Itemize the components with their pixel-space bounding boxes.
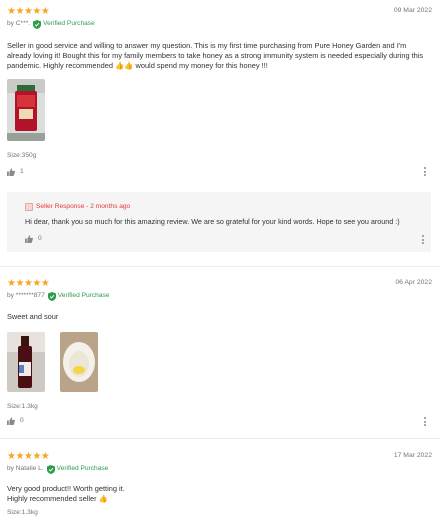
honey-bottle-photo [7,332,45,392]
star-rating: ★ ★ ★ ★ ★ [7,278,50,289]
like-row: 0 [7,417,24,426]
seller-avatar-icon [25,203,33,212]
verified-shield-icon [47,292,56,301]
review-author: by *******877 [7,292,45,300]
honey-cup-photo [60,332,98,392]
verified-label: Verified Purchase [57,292,110,300]
star-icon: ★ [15,6,24,17]
review-date: 09 Mar 2022 [393,7,432,14]
reviews-page: ★ ★ ★ ★ ★ 09 Mar 2022 by C***. Verified … [0,0,440,520]
seller-response-header: Seller Response - 2 months ago [25,203,131,212]
star-icon: ★ [15,278,24,289]
verified-label: Verified Purchase [56,465,109,473]
verified-badge: Verified Purchase [33,20,95,29]
star-icon: ★ [40,278,50,289]
honey-jar-photo [7,79,45,141]
seller-response: Seller Response - 2 months ago Hi dear, … [7,192,431,252]
verified-shield-icon [46,465,55,474]
like-count: 0 [38,235,42,242]
like-count: 0 [20,417,24,424]
thumbs-up-icon[interactable] [7,417,15,426]
review-item: ★ ★ ★ ★ ★ 17 Mar 2022 by Natalie L. Veri… [0,452,440,520]
review-text: Sweet and sour [7,312,59,321]
verified-badge: Verified Purchase [47,292,110,301]
variant-size: Size:1.3kg [7,403,38,410]
star-icon: ★ [40,451,50,462]
review-byline: by *******877 Verified Purchase [7,292,109,301]
star-icon: ★ [15,451,24,462]
star-rating: ★ ★ ★ ★ ★ [7,451,50,462]
review-author: by Natalie L. [7,465,44,473]
verified-label: Verified Purchase [43,20,95,28]
more-vertical-icon[interactable] [423,417,426,426]
star-icon: ★ [23,6,33,17]
review-byline: by Natalie L. Verified Purchase [7,465,108,474]
star-rating: ★ ★ ★ ★ ★ [7,6,50,17]
more-vertical-icon[interactable] [423,167,426,176]
review-date: 06 Apr 2022 [395,279,432,286]
variant-size: Size:1.3kg [7,509,38,516]
review-text: Seller in good service and willing to an… [7,41,424,70]
review-date: 17 Mar 2022 [393,452,432,459]
variant-size: Size:350g [7,152,37,159]
review-divider [0,266,440,267]
like-count: 1 [20,168,24,175]
star-icon: ★ [23,278,33,289]
review-photo[interactable] [7,332,45,392]
review-text-line: Very good product!! Worth getting it. [7,484,125,493]
like-row: 1 [7,168,24,177]
review-author: by C***. [7,20,31,28]
star-icon: ★ [32,278,41,289]
star-icon: ★ [32,6,41,17]
star-icon: ★ [32,451,41,462]
verified-badge: Verified Purchase [46,465,109,474]
review-text-line: Highly recommended seller 👍 [7,494,108,503]
seller-response-label: Seller Response - 2 months ago [36,203,131,210]
more-vertical-icon[interactable] [421,235,424,244]
verified-shield-icon [33,20,42,29]
star-icon: ★ [7,451,16,462]
seller-response-text: Hi dear, thank you so much for this amaz… [25,217,400,226]
star-icon: ★ [40,6,50,17]
review-byline: by C***. Verified Purchase [7,20,95,29]
review-divider [0,438,440,439]
star-icon: ★ [23,451,33,462]
thumbs-up-icon[interactable] [25,235,33,244]
review-photo[interactable] [60,332,98,392]
seller-like-row: 0 [25,235,42,244]
thumbs-up-icon[interactable] [7,168,15,177]
review-photo[interactable] [7,79,45,141]
review-item: ★ ★ ★ ★ ★ 06 Apr 2022 by *******877 Veri… [0,279,440,439]
review-text: Very good product!! Worth getting it. Hi… [7,484,431,504]
star-icon: ★ [7,278,16,289]
star-icon: ★ [7,6,16,17]
